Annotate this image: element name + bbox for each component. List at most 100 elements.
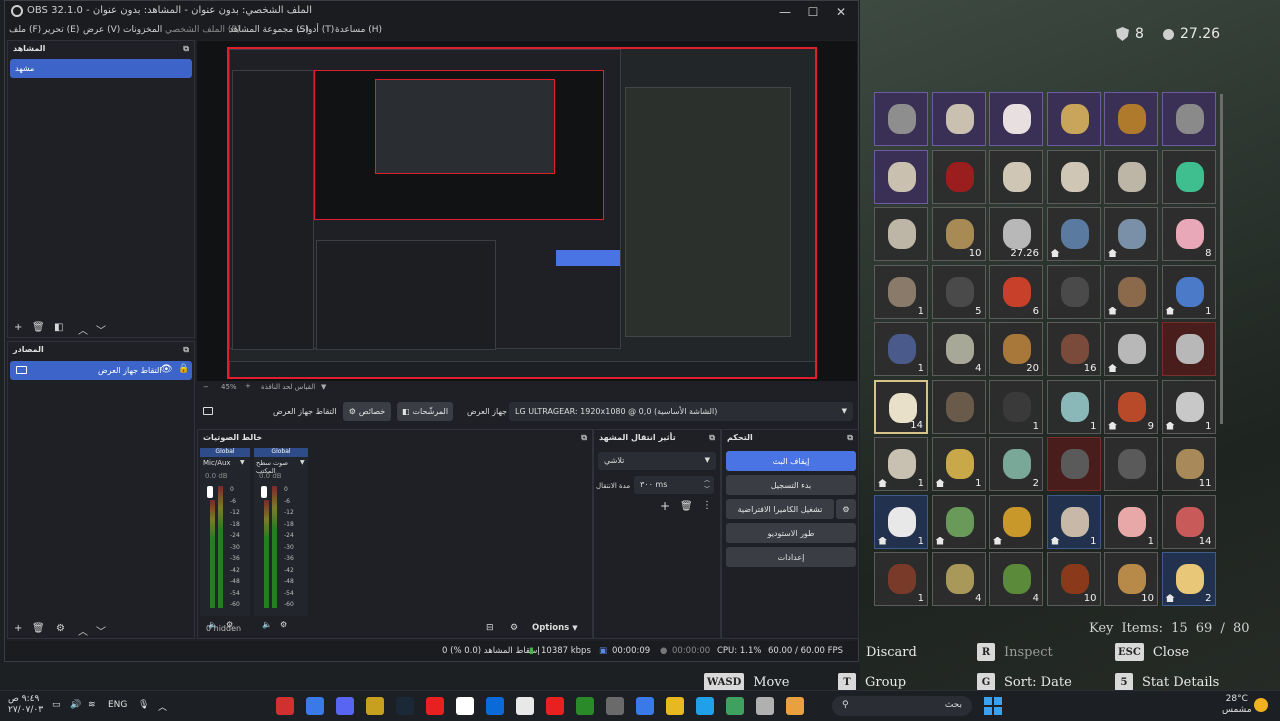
hint-group[interactable]: T Group [838,673,906,691]
inventory-slot[interactable]: 20 [989,322,1043,376]
taskbar-app-icon[interactable] [696,697,714,715]
inventory-slot[interactable] [1104,149,1158,204]
add-icon[interactable]: + [14,623,22,634]
properties-button[interactable]: ⚙ خصائص [343,402,391,421]
trash-icon[interactable]: 🗑 [32,623,45,634]
inventory-slot[interactable] [931,379,986,434]
inventory-slot[interactable] [1161,92,1216,146]
hint-move[interactable]: WASD Move [704,673,789,691]
add-icon[interactable]: + [660,499,670,513]
maximize-icon[interactable]: ☐ [799,1,827,22]
zoom-mode[interactable]: القياس لحد النافذة [261,383,315,391]
popout-icon[interactable]: ⧉ [709,433,715,443]
taskbar-app-icon[interactable] [396,697,414,715]
eye-icon[interactable]: 👁 [160,364,173,375]
inventory-slot[interactable] [1046,92,1101,146]
layout-icon[interactable]: ⊟ [486,623,494,633]
taskbar-app-icon[interactable] [306,697,324,715]
taskbar-app-icon[interactable] [636,697,654,715]
popout-icon[interactable]: ⧉ [581,433,587,443]
taskbar-app-icon[interactable] [276,697,294,715]
inventory-slot[interactable]: 1 [989,379,1043,434]
inventory-slot[interactable] [931,92,986,146]
search-box[interactable]: بحث ⚲ [832,696,972,716]
microphone-icon[interactable]: 🎙 [138,700,149,710]
studio-mode-button[interactable]: طور الاستوديو [726,523,856,543]
inventory-slot[interactable] [989,149,1043,204]
inventory-slot[interactable]: 10 [1104,552,1158,606]
inventory-slot[interactable]: 16 [1046,322,1101,376]
inventory-slot[interactable] [931,149,986,204]
inventory-slot[interactable]: 1 [874,494,928,549]
wifi-icon[interactable]: ≋ [88,700,96,710]
taskbar-app-icon[interactable] [606,697,624,715]
transition-select[interactable]: تلاشي ▼ [598,452,716,470]
taskbar-app-icon[interactable] [576,697,594,715]
inventory-slot[interactable] [874,207,928,261]
inventory-slot[interactable] [874,92,928,146]
taskbar-app-icon[interactable] [726,697,744,715]
inventory-slot[interactable]: 4 [931,552,986,606]
menu-tools[interactable]: أدوات (T) [297,25,334,35]
inventory-slot[interactable]: 2 [1161,552,1216,606]
inventory-slot[interactable]: 1 [1046,379,1101,434]
inventory-slot[interactable]: 1 [931,437,986,491]
inventory-slot[interactable] [989,494,1043,549]
inventory-slot[interactable]: 10 [931,207,986,261]
menu-view[interactable]: عرض (V) [83,25,120,35]
menu-file[interactable]: ملف (F) [9,25,41,35]
inventory-slot[interactable]: 14 [874,379,928,434]
volume-slider-handle[interactable] [207,486,213,498]
menu-help[interactable]: مساعدة (H) [335,25,382,35]
weather-widget[interactable]: 28°C مشمس [1222,694,1252,716]
menu-docks[interactable]: المخزونات [123,25,162,35]
inventory-slot[interactable] [1104,322,1158,376]
speaker-icon[interactable]: 🔈 [262,620,272,629]
inventory-slot[interactable]: 8 [1161,207,1216,261]
hint-inspect[interactable]: R Inspect [977,643,1053,661]
zoom-in-icon[interactable]: + [245,382,251,390]
inventory-slot[interactable]: 6 [989,264,1043,319]
inventory-slot[interactable] [1161,149,1216,204]
more-icon[interactable]: ⋮ [702,500,712,511]
taskbar-app-icon[interactable] [666,697,684,715]
speaker-icon[interactable]: 🔊 [70,700,81,710]
inventory-slot[interactable] [1104,264,1158,319]
inventory-slot[interactable]: 1 [874,552,928,606]
inventory-slot[interactable]: 1 [1161,264,1216,319]
add-icon[interactable]: + [14,322,22,333]
source-item[interactable]: التقاط جهاز العرض 👁 🔒 [10,361,192,380]
duration-stepper[interactable]: ٣٠٠ ms ︿ ﹀ [634,476,714,494]
inventory-scrollbar[interactable] [1220,94,1223,424]
inventory-slot[interactable] [1104,207,1158,261]
inventory-slot[interactable]: 5 [931,264,986,319]
chevron-down-icon[interactable]: ▼ [321,383,326,391]
popout-icon[interactable]: ⧉ [183,345,189,355]
taskbar-app-icon[interactable] [516,697,534,715]
chevron-down-icon[interactable]: ▼ [240,459,245,466]
inventory-slot[interactable] [1104,92,1158,146]
channel-name[interactable]: Mic/Aux [203,459,231,467]
taskbar-app-icon[interactable] [546,697,564,715]
inventory-slot[interactable]: 2 [989,437,1043,491]
move-up-icon[interactable]: ︿ [78,322,88,337]
inventory-slot[interactable]: 10 [1046,552,1101,606]
move-down-icon[interactable]: ﹀ [96,623,106,638]
menu-edit[interactable]: تحرير (E) [43,25,79,35]
inventory-slot[interactable]: 1 [1046,494,1101,549]
hint-sort[interactable]: G Sort: Date [977,673,1072,691]
inventory-slot[interactable]: 1 [874,322,928,376]
stop-streaming-button[interactable]: إيقاف البث [726,451,856,471]
popout-icon[interactable]: ⧉ [847,433,853,443]
inventory-slot[interactable] [1046,264,1101,319]
battery-icon[interactable]: ▭ [52,700,61,710]
windows-start-icon[interactable] [984,697,1002,715]
move-down-icon[interactable]: ﹀ [96,322,106,337]
taskbar-app-icon[interactable] [366,697,384,715]
move-up-icon[interactable]: ︿ [78,623,88,638]
language-indicator[interactable]: ENG [108,700,127,710]
stepper-arrows-icon[interactable]: ︿ ﹀ [704,476,710,494]
filter-icon[interactable]: ◧ [54,322,63,333]
inventory-slot[interactable]: 27.26 [989,207,1043,261]
inventory-slot[interactable] [931,494,986,549]
